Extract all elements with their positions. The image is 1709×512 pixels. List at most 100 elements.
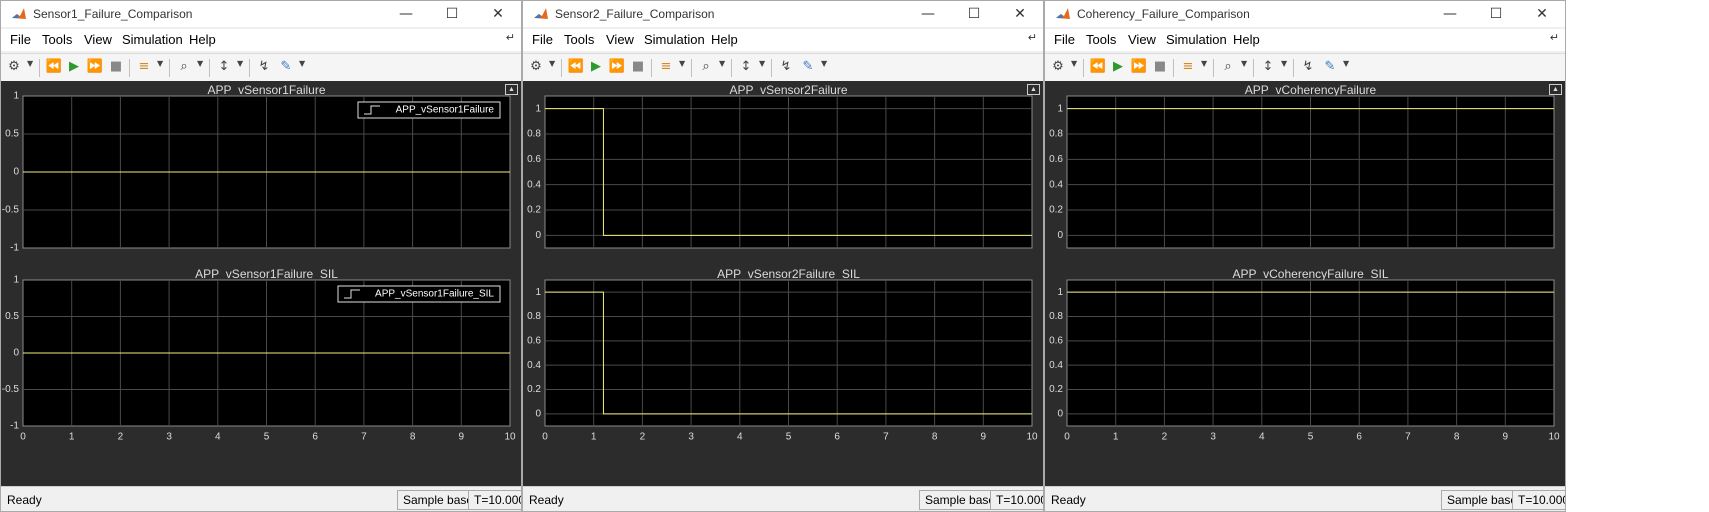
- scale-axes-icon[interactable]: ↕: [737, 58, 755, 76]
- triggers-icon[interactable]: ↯: [1299, 58, 1317, 76]
- title-bar[interactable]: Coherency_Failure_Comparison — ☐ ✕: [1045, 1, 1565, 27]
- settings-gear-icon[interactable]: ⚙: [1049, 58, 1067, 76]
- y-tick-label: 0: [535, 408, 541, 419]
- stop-icon[interactable]: ■: [1151, 58, 1169, 76]
- toolbar-separator: [771, 59, 772, 77]
- maximize-button[interactable]: ☐: [1473, 1, 1519, 27]
- menu-simulation[interactable]: Simulation: [122, 32, 183, 47]
- menu-simulation[interactable]: Simulation: [644, 32, 705, 47]
- highlight-dropdown-icon[interactable]: ▼: [679, 59, 685, 68]
- y-tick-label: 0.4: [527, 360, 541, 371]
- zoom-icon[interactable]: ⌕: [697, 58, 715, 76]
- dock-arrow-icon[interactable]: ↵: [1028, 31, 1037, 44]
- menu-file[interactable]: File: [1054, 32, 1075, 47]
- step-forward-icon[interactable]: ⏩: [608, 58, 626, 76]
- scope-window: Coherency_Failure_Comparison — ☐ ✕ File …: [1044, 0, 1566, 512]
- highlight-dropdown-icon[interactable]: ▼: [1201, 59, 1207, 68]
- scale-dropdown-icon[interactable]: ▼: [759, 59, 765, 68]
- scale-dropdown-icon[interactable]: ▼: [1281, 59, 1287, 68]
- menu-file[interactable]: File: [10, 32, 31, 47]
- undock-icon[interactable]: ▲: [505, 84, 518, 95]
- stop-icon[interactable]: ■: [107, 58, 125, 76]
- status-text: Ready: [529, 493, 564, 507]
- step-forward-icon[interactable]: ⏩: [1130, 58, 1148, 76]
- settings-dropdown-icon[interactable]: ▼: [27, 59, 33, 68]
- dock-arrow-icon[interactable]: ↵: [506, 31, 515, 44]
- signal-highlight-icon[interactable]: ≡: [657, 58, 675, 76]
- menu-file[interactable]: File: [532, 32, 553, 47]
- plot-title: APP_vSensor2Failure: [729, 83, 847, 97]
- dock-arrow-icon[interactable]: ↵: [1550, 31, 1559, 44]
- menu-tools[interactable]: Tools: [564, 32, 594, 47]
- triggers-icon[interactable]: ↯: [777, 58, 795, 76]
- measurements-dropdown-icon[interactable]: ▼: [299, 59, 305, 68]
- cursor-measurements-icon[interactable]: ✎: [277, 58, 295, 76]
- minimize-button[interactable]: —: [383, 1, 429, 27]
- run-icon[interactable]: ▶: [1109, 58, 1127, 76]
- run-icon[interactable]: ▶: [587, 58, 605, 76]
- menu-help[interactable]: Help: [711, 32, 738, 47]
- x-tick-label: 9: [981, 432, 987, 443]
- undock-icon[interactable]: ▲: [1549, 84, 1562, 95]
- matlab-icon: [533, 6, 549, 22]
- status-bar: Ready Sample based T=10.000: [1, 486, 521, 511]
- scope-axes: APP_vCoherencyFailure10.80.60.40.20APP_v…: [1049, 83, 1560, 443]
- close-button[interactable]: ✕: [1519, 1, 1565, 27]
- menu-help[interactable]: Help: [189, 32, 216, 47]
- signal-highlight-icon[interactable]: ≡: [1179, 58, 1197, 76]
- cursor-measurements-icon[interactable]: ✎: [799, 58, 817, 76]
- step-forward-icon[interactable]: ⏩: [86, 58, 104, 76]
- title-bar[interactable]: Sensor2_Failure_Comparison — ☐ ✕: [523, 1, 1043, 27]
- cursor-measurements-icon[interactable]: ✎: [1321, 58, 1339, 76]
- scope-window: Sensor1_Failure_Comparison — ☐ ✕ File To…: [0, 0, 522, 512]
- settings-gear-icon[interactable]: ⚙: [5, 58, 23, 76]
- maximize-button[interactable]: ☐: [951, 1, 997, 27]
- menu-tools[interactable]: Tools: [42, 32, 72, 47]
- settings-gear-icon[interactable]: ⚙: [527, 58, 545, 76]
- step-back-icon[interactable]: ⏪: [45, 58, 63, 76]
- x-tick-label: 3: [688, 432, 694, 443]
- matlab-icon: [11, 6, 27, 22]
- maximize-button[interactable]: ☐: [429, 1, 475, 27]
- measurements-dropdown-icon[interactable]: ▼: [1343, 59, 1349, 68]
- zoom-dropdown-icon[interactable]: ▼: [197, 59, 203, 68]
- menu-simulation[interactable]: Simulation: [1166, 32, 1227, 47]
- measurements-dropdown-icon[interactable]: ▼: [821, 59, 827, 68]
- y-tick-label: -1: [10, 421, 19, 432]
- close-button[interactable]: ✕: [997, 1, 1043, 27]
- window-title: Sensor1_Failure_Comparison: [33, 7, 193, 21]
- run-icon[interactable]: ▶: [65, 58, 83, 76]
- zoom-dropdown-icon[interactable]: ▼: [1241, 59, 1247, 68]
- scale-axes-icon[interactable]: ↕: [215, 58, 233, 76]
- menu-view[interactable]: View: [84, 32, 112, 47]
- undock-icon[interactable]: ▲: [1027, 84, 1040, 95]
- scope-subplot: APP_vSensor2Failure_SIL 1 0.8 0.6 0.4 0.2 0 0 1 2…: [527, 267, 1038, 442]
- menu-help[interactable]: Help: [1233, 32, 1260, 47]
- menu-view[interactable]: View: [1128, 32, 1156, 47]
- step-back-icon[interactable]: ⏪: [1089, 58, 1107, 76]
- settings-dropdown-icon[interactable]: ▼: [549, 59, 555, 68]
- scale-dropdown-icon[interactable]: ▼: [237, 59, 243, 68]
- x-tick-label: 6: [1356, 432, 1362, 443]
- step-back-icon[interactable]: ⏪: [567, 58, 585, 76]
- highlight-dropdown-icon[interactable]: ▼: [157, 59, 163, 68]
- zoom-dropdown-icon[interactable]: ▼: [719, 59, 725, 68]
- scale-axes-icon[interactable]: ↕: [1259, 58, 1277, 76]
- stop-icon[interactable]: ■: [629, 58, 647, 76]
- zoom-icon[interactable]: ⌕: [1219, 58, 1237, 76]
- triggers-icon[interactable]: ↯: [255, 58, 273, 76]
- y-tick-label: 0.2: [527, 205, 541, 216]
- minimize-button[interactable]: —: [1427, 1, 1473, 27]
- signal-highlight-icon[interactable]: ≡: [135, 58, 153, 76]
- menu-tools[interactable]: Tools: [1086, 32, 1116, 47]
- menu-view[interactable]: View: [606, 32, 634, 47]
- toolbar-separator: [561, 59, 562, 77]
- x-tick-label: 0: [542, 432, 548, 443]
- minimize-button[interactable]: —: [905, 1, 951, 27]
- zoom-icon[interactable]: ⌕: [175, 58, 193, 76]
- y-tick-label: 0: [535, 230, 541, 241]
- title-bar[interactable]: Sensor1_Failure_Comparison — ☐ ✕: [1, 1, 521, 27]
- settings-dropdown-icon[interactable]: ▼: [1071, 59, 1077, 68]
- x-tick-label: 6: [834, 432, 840, 443]
- close-button[interactable]: ✕: [475, 1, 521, 27]
